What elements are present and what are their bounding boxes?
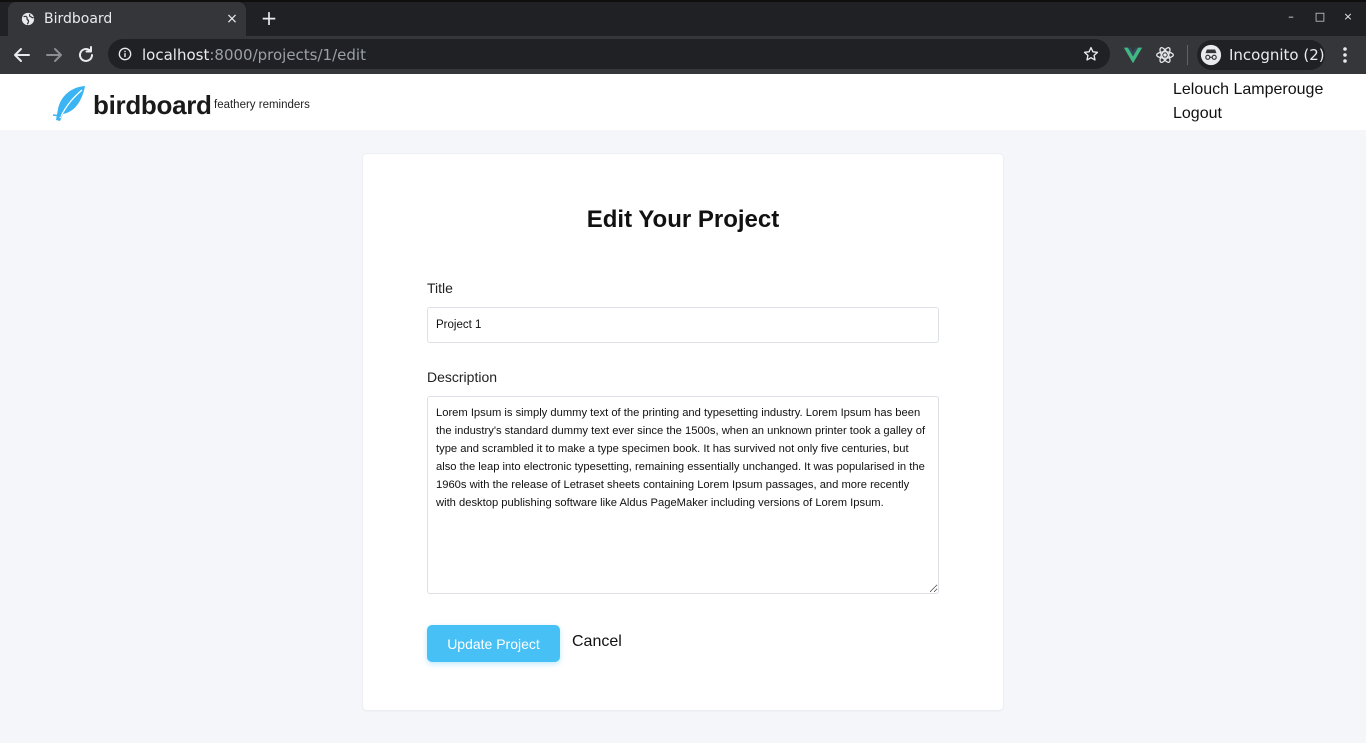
title-input[interactable] [427, 307, 939, 343]
url-text[interactable]: localhost:8000/projects/1/edit [142, 46, 366, 64]
new-tab-button[interactable]: + [259, 8, 279, 28]
logo-wordmark[interactable]: birdboard [93, 90, 212, 121]
user-name: Lelouch Lamperouge [1173, 81, 1324, 98]
browser-tab[interactable]: Birdboard × [8, 2, 246, 36]
incognito-label: Incognito (2) [1229, 46, 1325, 64]
app-header: birdboard feathery reminders Lelouch Lam… [0, 74, 1366, 130]
bookmark-star-icon[interactable] [1082, 45, 1100, 63]
info-icon[interactable] [118, 47, 132, 61]
cancel-link[interactable]: Cancel [572, 633, 622, 651]
url-path: :8000/projects/1/edit [209, 46, 366, 64]
edit-project-card: Edit Your Project Title Description Lore… [363, 154, 1003, 710]
page-title: Edit Your Project [586, 206, 780, 233]
close-window-icon[interactable]: × [1341, 10, 1355, 24]
back-arrow-icon[interactable] [10, 43, 34, 67]
address-bar[interactable]: localhost:8000/projects/1/edit [108, 39, 1110, 69]
maximize-icon[interactable]: □ [1313, 10, 1327, 24]
logo-tagline: feathery reminders [214, 99, 310, 111]
forward-arrow-icon[interactable] [42, 43, 66, 67]
description-textarea[interactable]: Lorem Ipsum is simply dummy text of the … [427, 396, 939, 594]
incognito-button[interactable]: Incognito (2) [1197, 40, 1325, 70]
vue-devtools-icon[interactable] [1122, 44, 1144, 66]
url-host: localhost [142, 46, 210, 64]
more-menu-icon[interactable] [1336, 45, 1354, 65]
reload-icon[interactable] [74, 43, 98, 67]
globe-icon [21, 12, 35, 26]
browser-toolbar: localhost:8000/projects/1/edit Incognito… [0, 36, 1366, 74]
toolbar-divider [1187, 45, 1188, 65]
tab-title: Birdboard [44, 11, 113, 27]
title-label: Title [427, 280, 453, 296]
incognito-icon [1200, 44, 1222, 66]
minimize-icon[interactable]: – [1284, 10, 1298, 24]
update-project-button[interactable]: Update Project [427, 625, 560, 662]
feather-logo-icon[interactable] [52, 85, 88, 123]
logout-link[interactable]: Logout [1173, 105, 1222, 123]
description-label: Description [427, 369, 498, 385]
browser-tab-bar: Birdboard × + – □ × [0, 0, 1366, 36]
tab-close-icon[interactable]: × [224, 11, 240, 27]
react-devtools-icon[interactable] [1154, 44, 1176, 66]
